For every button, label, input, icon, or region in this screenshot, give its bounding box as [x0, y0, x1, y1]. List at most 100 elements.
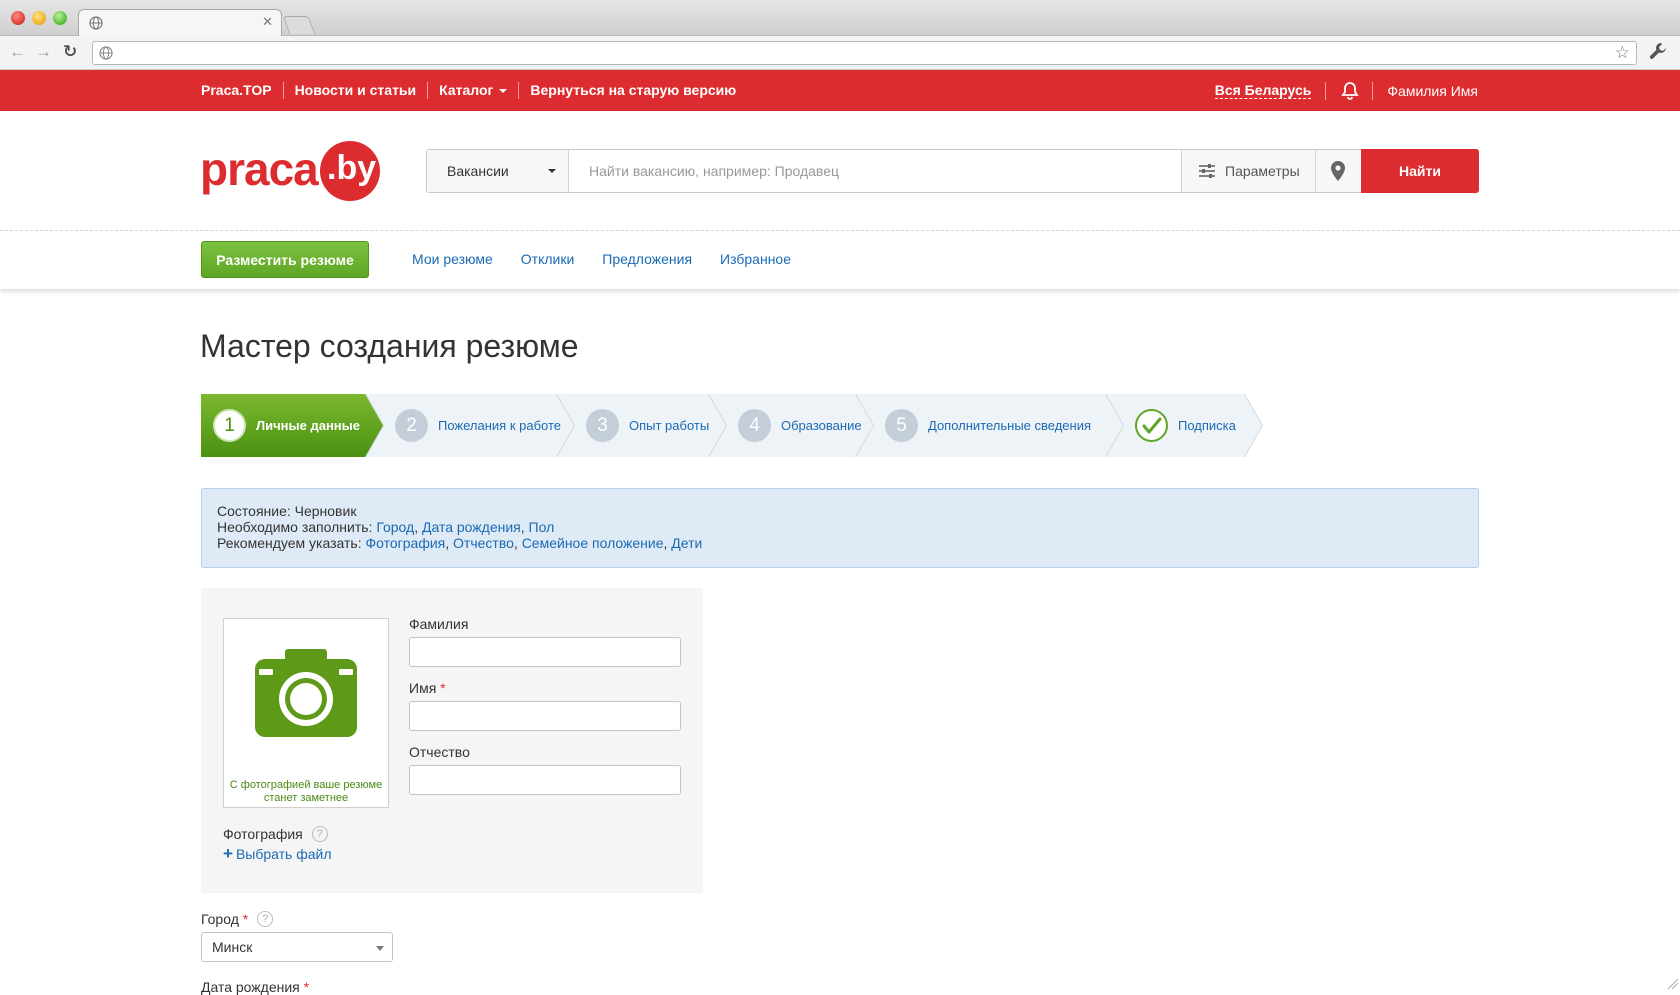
link-responses[interactable]: Отклики — [521, 251, 575, 267]
recommended-link-middle-name[interactable]: Отчество — [453, 535, 514, 551]
plus-icon: + — [223, 844, 233, 863]
recommended-link-photo[interactable]: Фотография — [365, 535, 445, 551]
window-close-button[interactable] — [11, 11, 25, 25]
required-asterisk: * — [303, 979, 310, 995]
search-button[interactable]: Найти — [1361, 149, 1479, 193]
chevron-down-icon — [548, 169, 556, 173]
step-personal-data[interactable]: 1 Личные данные — [201, 394, 385, 457]
chevron-down-icon — [376, 946, 384, 951]
reload-icon[interactable]: ↻ — [63, 43, 77, 61]
first-name-label: Имя * — [409, 680, 446, 696]
link-my-resumes[interactable]: Мои резюме — [412, 251, 493, 267]
post-resume-button[interactable]: Разместить резюме — [201, 241, 369, 278]
middle-name-label: Отчество — [409, 744, 470, 760]
help-icon[interactable]: ? — [311, 826, 328, 842]
step-work-experience[interactable]: 3 Опыт работы — [556, 394, 728, 457]
chevron-down-icon — [499, 89, 508, 94]
page-title: Мастер создания резюме — [200, 328, 579, 364]
city-select[interactable]: Минск — [201, 932, 393, 962]
window-zoom-button[interactable] — [53, 11, 67, 25]
bell-icon[interactable] — [1340, 81, 1360, 101]
step-subscription[interactable]: Подписка — [1105, 394, 1263, 457]
divider — [1372, 81, 1374, 100]
browser-tab[interactable]: ✕ — [78, 9, 282, 37]
nav-link-old-version[interactable]: Вернуться на старую версию — [518, 82, 747, 99]
tab-close-icon[interactable]: ✕ — [262, 15, 273, 29]
required-link-city[interactable]: Город — [376, 519, 414, 535]
sliders-icon — [1199, 164, 1215, 178]
step-education[interactable]: 4 Образование — [708, 394, 875, 457]
divider — [1325, 81, 1327, 100]
city-value: Минск — [212, 939, 253, 955]
checkmark-icon — [1135, 409, 1168, 442]
step-label: Дополнительные сведения — [928, 418, 1092, 433]
search-params-button[interactable]: Параметры — [1181, 150, 1315, 192]
personal-data-panel: С фотографией ваше резюме станет заметне… — [201, 588, 703, 893]
link-favorites[interactable]: Избранное — [720, 251, 791, 267]
step-label: Образование — [781, 418, 862, 433]
globe-icon — [89, 16, 103, 30]
address-bar[interactable]: ☆ — [92, 41, 1637, 65]
status-value: Черновик — [294, 503, 357, 519]
account-navigation: Разместить резюме Мои резюме Отклики Пре… — [0, 231, 1680, 289]
recommended-link-children[interactable]: Дети — [671, 535, 702, 551]
required-asterisk: * — [242, 911, 249, 927]
forward-arrow-icon[interactable]: → — [35, 43, 52, 61]
location-button[interactable] — [1315, 150, 1360, 192]
status-line: Состояние: Черновик — [217, 503, 357, 519]
photo-hint: С фотографией ваше резюме станет заметне… — [229, 779, 383, 804]
recommended-fields-line: Рекомендуем указать: Фотография, Отчеств… — [217, 535, 703, 551]
step-number: 3 — [586, 409, 619, 442]
photo-label: Фотография? — [223, 826, 328, 842]
required-link-gender[interactable]: Пол — [529, 519, 555, 535]
step-label: Подписка — [1178, 418, 1236, 433]
top-navigation: Praca.TOP Новости и статьи Каталог Верну… — [0, 70, 1680, 111]
browser-toolbar: ← → ↻ ☆ — [0, 36, 1680, 70]
logo-suffix: .by — [327, 149, 377, 187]
window-minimize-button[interactable] — [32, 11, 46, 25]
logo-text: praca — [200, 143, 319, 195]
map-pin-icon — [1331, 161, 1345, 181]
step-number: 2 — [395, 409, 428, 442]
required-asterisk: * — [440, 680, 446, 696]
search-input[interactable] — [569, 150, 1181, 192]
nav-link-catalog[interactable]: Каталог — [427, 82, 518, 99]
step-label: Пожелания к работе — [438, 418, 562, 433]
resume-status-box: Состояние: Черновик Необходимо заполнить… — [201, 488, 1479, 568]
nav-link-praca-top[interactable]: Praca.TOP — [201, 82, 283, 99]
city-label: Город *? — [201, 911, 274, 927]
recommended-link-marital-status[interactable]: Семейное положение — [522, 535, 664, 551]
first-name-input[interactable] — [409, 701, 681, 731]
new-tab-button[interactable] — [282, 16, 316, 34]
step-job-preferences[interactable]: 2 Пожелания к работе — [365, 394, 576, 457]
wrench-icon[interactable] — [1649, 42, 1667, 60]
nav-link-news[interactable]: Новости и статьи — [282, 82, 428, 99]
step-additional-info[interactable]: 5 Дополнительные сведения — [855, 394, 1125, 457]
choose-file-link[interactable]: + Выбрать файл — [223, 844, 332, 863]
help-icon[interactable]: ? — [257, 911, 274, 927]
middle-name-input[interactable] — [409, 765, 681, 795]
search-category-value: Вакансии — [447, 163, 509, 179]
required-fields-line: Необходимо заполнить: Город, Дата рожден… — [217, 519, 555, 535]
step-number: 4 — [738, 409, 771, 442]
globe-icon — [99, 46, 113, 60]
back-arrow-icon[interactable]: ← — [9, 43, 26, 61]
logo-badge: .by — [320, 141, 380, 201]
browser-tabstrip: ✕ — [0, 0, 1680, 37]
birthdate-label: Дата рождения * — [201, 979, 310, 995]
wizard-stepper: 1 Личные данные 2 Пожелания к работе 3 О… — [201, 394, 1301, 457]
step-number: 1 — [213, 409, 246, 442]
user-name-link[interactable]: Фамилия Имя — [1387, 83, 1478, 99]
resize-grip-icon[interactable] — [1666, 977, 1678, 989]
last-name-label: Фамилия — [409, 616, 469, 632]
photo-upload-area[interactable]: С фотографией ваше резюме станет заметне… — [223, 618, 389, 808]
step-label: Личные данные — [256, 418, 360, 433]
search-category-select[interactable]: Вакансии — [427, 150, 569, 192]
site-logo[interactable]: praca .by — [200, 141, 380, 201]
link-offers[interactable]: Предложения — [602, 251, 692, 267]
bookmark-star-icon[interactable]: ☆ — [1615, 44, 1630, 62]
last-name-input[interactable] — [409, 637, 681, 667]
required-link-birthdate[interactable]: Дата рождения — [422, 519, 521, 535]
search-params-label: Параметры — [1225, 163, 1300, 179]
region-selector[interactable]: Вся Беларусь — [1214, 82, 1312, 99]
